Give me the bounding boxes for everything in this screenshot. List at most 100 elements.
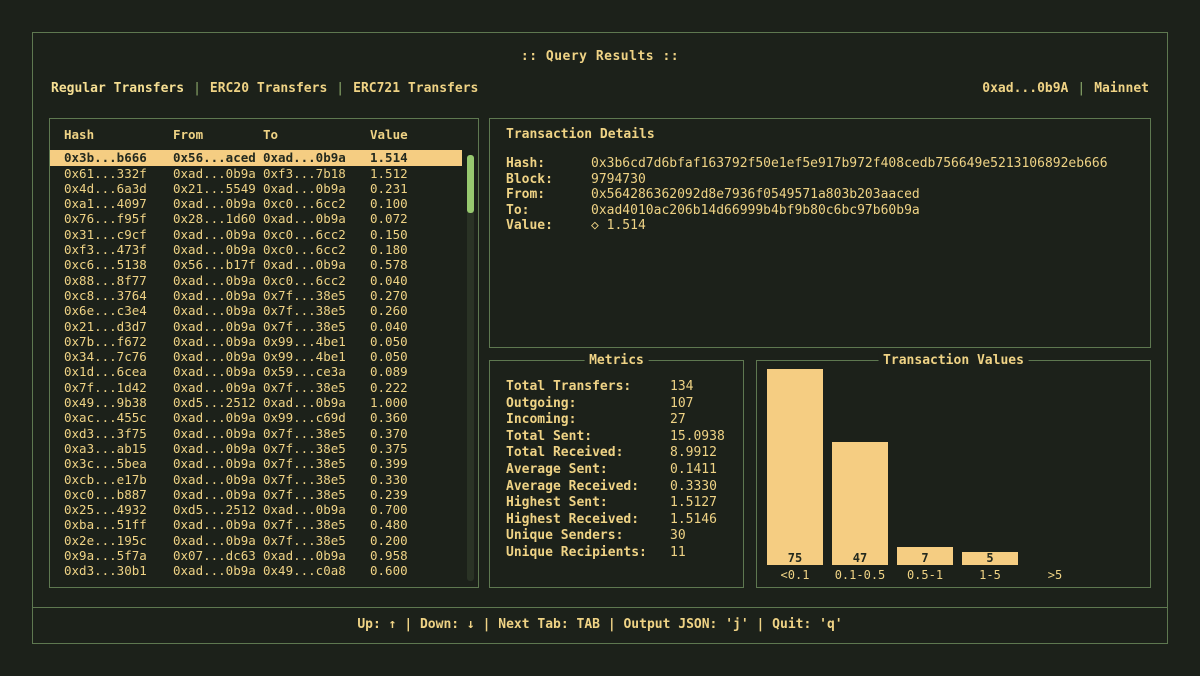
table-row[interactable]: 0xd3...30b10xad...0b9a0x49...c0a80.600	[50, 563, 462, 578]
table-cell: 0xad...0b9a	[173, 517, 263, 532]
table-cell: 0.072	[370, 211, 462, 226]
table-cell: 0.231	[370, 181, 462, 196]
table-row[interactable]: 0x6e...c3e40xad...0b9a0x7f...38e50.260	[50, 303, 462, 318]
table-row[interactable]: 0xc6...51380x56...b17f0xad...0b9a0.578	[50, 257, 462, 272]
table-row[interactable]: 0x61...332f0xad...0b9a0xf3...7b181.512	[50, 166, 462, 181]
table-row[interactable]: 0x21...d3d70xad...0b9a0x7f...38e50.040	[50, 319, 462, 334]
bar-value-label: 7	[897, 551, 953, 565]
detail-value: 9794730	[591, 172, 646, 188]
table-row[interactable]: 0x34...7c760xad...0b9a0x99...4be10.050	[50, 349, 462, 364]
metric-label: Total Received:	[506, 445, 670, 462]
table-row[interactable]: 0x88...8f770xad...0b9a0xc0...6cc20.040	[50, 273, 462, 288]
table-cell: 0xc6...5138	[64, 257, 173, 272]
metric-value: 134	[670, 379, 693, 396]
transfers-table-header: HashFromToValue	[50, 127, 462, 142]
table-row[interactable]: 0xf3...473f0xad...0b9a0xc0...6cc20.180	[50, 242, 462, 257]
table-cell: 0xad...0b9a	[173, 288, 263, 303]
table-cell: 0xad...0b9a	[173, 441, 263, 456]
table-cell: 0x7f...38e5	[263, 319, 370, 334]
table-cell: 0xc8...3764	[64, 288, 173, 303]
metric-row: Total Received:8.9912	[506, 445, 743, 462]
detail-label: Value:	[506, 218, 591, 234]
table-cell: 0x7f...38e5	[263, 456, 370, 471]
right-column: Transaction Details Hash:0x3b6cd7d6bfaf1…	[489, 118, 1151, 588]
table-cell: 0.260	[370, 303, 462, 318]
x-axis-label: 1-5	[962, 565, 1018, 585]
table-cell: 0xad...0b9a	[173, 303, 263, 318]
metric-value: 0.1411	[670, 462, 717, 479]
keybind-footer: Up: ↑ | Down: ↓ | Next Tab: TAB | Output…	[33, 607, 1167, 643]
bar-value-label: 75	[767, 551, 823, 565]
table-cell: 0x59...ce3a	[263, 364, 370, 379]
table-cell: 0xba...51ff	[64, 517, 173, 532]
table-cell: 0.040	[370, 319, 462, 334]
table-cell: 1.000	[370, 395, 462, 410]
table-cell: 0x7f...38e5	[263, 517, 370, 532]
transfers-table-panel: HashFromToValue 0x3b...b6660x56...aced0x…	[49, 118, 479, 588]
details-fields: Hash:0x3b6cd7d6bfaf163792f50e1ef5e917b97…	[506, 156, 1134, 234]
table-cell: 0.480	[370, 517, 462, 532]
table-cell: 0x6e...c3e4	[64, 303, 173, 318]
table-row[interactable]: 0x7f...1d420xad...0b9a0x7f...38e50.222	[50, 380, 462, 395]
table-cell: 0.050	[370, 349, 462, 364]
table-row[interactable]: 0x49...9b380xd5...25120xad...0b9a1.000	[50, 395, 462, 410]
table-cell: 0x7f...38e5	[263, 380, 370, 395]
table-cell: 0x99...4be1	[263, 349, 370, 364]
table-scrollbar[interactable]	[467, 155, 474, 581]
table-cell: 0xd3...30b1	[64, 563, 173, 578]
tab-regular-transfers[interactable]: Regular Transfers	[51, 81, 184, 96]
table-row[interactable]: 0x3c...5bea0xad...0b9a0x7f...38e50.399	[50, 456, 462, 471]
table-row[interactable]: 0xac...455c0xad...0b9a0x99...c69d0.360	[50, 410, 462, 425]
table-row[interactable]: 0xc8...37640xad...0b9a0x7f...38e50.270	[50, 288, 462, 303]
table-row[interactable]: 0x4d...6a3d0x21...55490xad...0b9a0.231	[50, 181, 462, 196]
table-cell: 0xad...0b9a	[173, 349, 263, 364]
table-row[interactable]: 0x9a...5f7a0x07...dc630xad...0b9a0.958	[50, 548, 462, 563]
table-cell: 0x7f...38e5	[263, 288, 370, 303]
column-header: Value	[370, 127, 462, 142]
table-row[interactable]: 0x25...49320xd5...25120xad...0b9a0.700	[50, 502, 462, 517]
table-cell: 0xad...0b9a	[173, 426, 263, 441]
table-cell: 0x21...d3d7	[64, 319, 173, 334]
table-row[interactable]: 0xa3...ab150xad...0b9a0x7f...38e50.375	[50, 441, 462, 456]
scrollbar-thumb[interactable]	[467, 155, 474, 213]
table-cell: 0xad...0b9a	[263, 181, 370, 196]
table-row[interactable]: 0xcb...e17b0xad...0b9a0x7f...38e50.330	[50, 472, 462, 487]
main-content: HashFromToValue 0x3b...b6660x56...aced0x…	[49, 118, 1151, 588]
table-row[interactable]: 0xc0...b8870xad...0b9a0x7f...38e50.239	[50, 487, 462, 502]
metric-row: Outgoing:107	[506, 396, 743, 413]
transaction-details-panel: Transaction Details Hash:0x3b6cd7d6bfaf1…	[489, 118, 1151, 348]
table-cell: 0xad...0b9a	[263, 502, 370, 517]
table-cell: 0x34...7c76	[64, 349, 173, 364]
table-row[interactable]: 0x31...c9cf0xad...0b9a0xc0...6cc20.150	[50, 227, 462, 242]
tab-erc721-transfers[interactable]: ERC721 Transfers	[353, 81, 478, 96]
transaction-values-chart-panel: Transaction Values 75<0.1470.1-0.570.5-1…	[756, 360, 1151, 588]
table-cell: 0xad...0b9a	[173, 563, 263, 578]
table-row[interactable]: 0x3b...b6660x56...aced0xad...0b9a1.514	[50, 150, 462, 165]
table-cell: 0x88...8f77	[64, 273, 173, 288]
table-cell: 0.200	[370, 533, 462, 548]
table-cell: 0x31...c9cf	[64, 227, 173, 242]
table-row[interactable]: 0xba...51ff0xad...0b9a0x7f...38e50.480	[50, 517, 462, 532]
detail-field: To:0xad4010ac206b14d66999b4bf9b80c6bc97b…	[506, 203, 1134, 219]
table-row[interactable]: 0x1d...6cea0xad...0b9a0x59...ce3a0.089	[50, 364, 462, 379]
detail-value: ◇ 1.514	[591, 218, 646, 234]
table-row[interactable]: 0x7b...f6720xad...0b9a0x99...4be10.050	[50, 334, 462, 349]
account-info: 0xad...0b9A | Mainnet	[982, 81, 1149, 96]
detail-label: From:	[506, 187, 591, 203]
tab-erc20-transfers[interactable]: ERC20 Transfers	[210, 81, 327, 96]
table-row[interactable]: 0x2e...195c0xad...0b9a0x7f...38e50.200	[50, 533, 462, 548]
chart-bar-group: 470.1-0.5	[832, 369, 888, 585]
metric-row: Total Sent:15.0938	[506, 429, 743, 446]
x-axis-label: >5	[1027, 565, 1083, 585]
detail-field: Hash:0x3b6cd7d6bfaf163792f50e1ef5e917b97…	[506, 156, 1134, 172]
table-row[interactable]: 0x76...f95f0x28...1d600xad...0b9a0.072	[50, 211, 462, 226]
bar: 47	[832, 442, 888, 565]
metric-row: Highest Sent:1.5127	[506, 495, 743, 512]
table-cell: 0x7f...38e5	[263, 441, 370, 456]
metric-value: 30	[670, 528, 686, 545]
metric-value: 1.5127	[670, 495, 717, 512]
metric-value: 107	[670, 396, 693, 413]
table-row[interactable]: 0xd3...3f750xad...0b9a0x7f...38e50.370	[50, 426, 462, 441]
table-cell: 0xad...0b9a	[263, 548, 370, 563]
table-row[interactable]: 0xa1...40970xad...0b9a0xc0...6cc20.100	[50, 196, 462, 211]
